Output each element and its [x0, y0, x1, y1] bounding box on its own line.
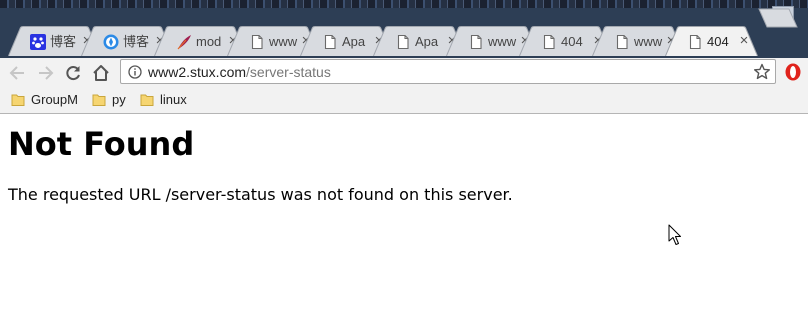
- url-text[interactable]: www2.stux.com/server-status: [148, 64, 331, 80]
- tab-strip: 博客 × 博客 × mod × www × Apa × Apa × www × 404 × www × 404 ×: [0, 24, 808, 58]
- document-icon: [324, 34, 336, 50]
- page-title: Not Found: [8, 125, 195, 163]
- url-host: www2.stux.com: [148, 64, 247, 80]
- new-tab-button[interactable]: [758, 8, 798, 28]
- home-button[interactable]: [90, 62, 112, 84]
- tab-title: www: [269, 34, 298, 49]
- tab-10[interactable]: 404 ×: [665, 26, 758, 56]
- back-button[interactable]: [7, 62, 29, 84]
- bookmark-label: linux: [160, 92, 187, 107]
- tab-title: www: [488, 34, 517, 49]
- mouse-cursor-icon: [668, 224, 681, 245]
- url-path: /server-status: [246, 64, 331, 80]
- bookmark-py[interactable]: py: [92, 92, 132, 108]
- arrow-left-icon: [9, 66, 24, 80]
- bookmark-label: py: [112, 92, 126, 107]
- tab-title: Apa: [342, 34, 366, 49]
- feather-icon: [177, 35, 191, 50]
- browser-title-bar: 博客 × 博客 × mod × www × Apa × Apa × www × 404 × www × 404 ×: [0, 0, 808, 58]
- forward-button[interactable]: [34, 62, 56, 84]
- paw-icon: [30, 34, 46, 50]
- page-content: Not Found The requested URL /server-stat…: [0, 114, 808, 313]
- browser-toolbar: www2.stux.com/server-status: [0, 58, 808, 86]
- document-icon: [689, 34, 701, 50]
- tab-title: 博客: [123, 34, 150, 49]
- bookmark-star-icon[interactable]: [753, 63, 771, 81]
- bookmarks-bar: GroupM py linux: [0, 86, 808, 114]
- reload-icon: [66, 66, 80, 81]
- document-icon: [470, 34, 482, 50]
- tab-close-icon[interactable]: ×: [737, 33, 751, 49]
- bookmark-groupm[interactable]: GroupM: [11, 92, 81, 108]
- document-icon: [616, 34, 628, 50]
- folder-icon: [11, 94, 25, 106]
- folder-icon: [140, 94, 154, 106]
- tab-title: Apa: [415, 34, 439, 49]
- document-icon: [251, 34, 263, 50]
- document-icon: [397, 34, 409, 50]
- arrow-right-icon: [39, 66, 54, 80]
- reload-button[interactable]: [62, 62, 84, 84]
- tab-title: 404: [707, 34, 729, 49]
- tab-title: www: [634, 34, 663, 49]
- address-bar[interactable]: www2.stux.com/server-status: [120, 59, 776, 84]
- home-icon: [93, 65, 109, 81]
- document-icon: [543, 34, 555, 50]
- info-icon[interactable]: [128, 65, 142, 79]
- tab-title: mod: [196, 34, 222, 49]
- opera-extension-icon[interactable]: [784, 62, 802, 82]
- tab-title: 404: [561, 34, 583, 49]
- tab-title: 博客: [50, 34, 77, 49]
- bookmark-linux[interactable]: linux: [140, 92, 190, 108]
- compass-icon: [103, 34, 119, 50]
- bookmark-label: GroupM: [31, 92, 78, 107]
- folder-icon: [92, 94, 106, 106]
- error-message: The requested URL /server-status was not…: [8, 185, 513, 204]
